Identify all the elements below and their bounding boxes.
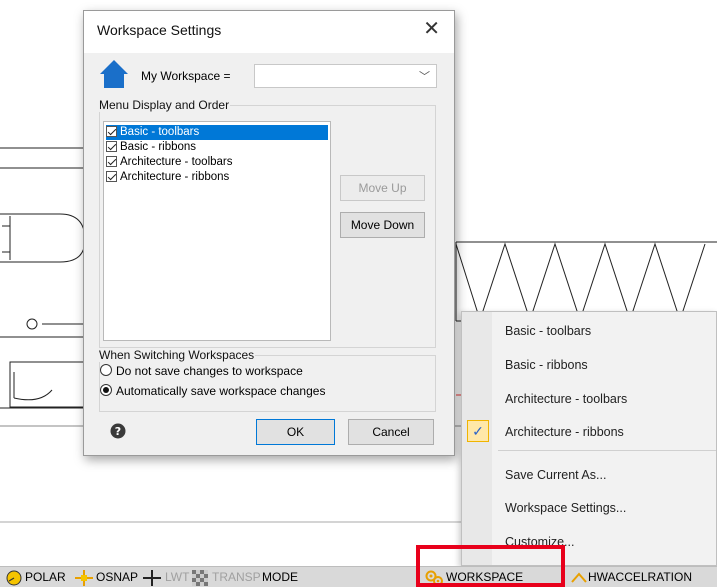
svg-text:?: ? (115, 425, 121, 438)
menu-item-basic-ribbons[interactable]: Basic - ribbons (505, 358, 588, 372)
polar-label: POLAR (25, 570, 66, 584)
close-icon[interactable]: ✕ (423, 19, 440, 39)
house-icon (100, 60, 128, 88)
menu-display-group-label: Menu Display and Order (99, 98, 230, 112)
dialog-title-bar: Workspace Settings ✕ (84, 11, 454, 53)
my-workspace-label: My Workspace = (141, 69, 231, 83)
menu-item-architecture-toolbars[interactable]: Architecture - toolbars (505, 392, 627, 406)
osnap-icon (75, 570, 93, 586)
move-down-button[interactable]: Move Down (340, 212, 425, 238)
hardware-acceleration-icon (571, 572, 587, 583)
radio-label: Automatically save workspace changes (116, 384, 326, 398)
checkbox[interactable] (106, 156, 117, 167)
menu-item-architecture-ribbons[interactable]: Architecture - ribbons (505, 425, 624, 439)
lineweight-icon (143, 570, 161, 586)
menu-separator (498, 450, 716, 451)
list-item-label: Architecture - ribbons (120, 171, 230, 183)
dialog-title: Workspace Settings (97, 22, 222, 38)
lwt-label: LWT (165, 570, 190, 584)
question-circle-icon[interactable]: ? (110, 423, 126, 439)
list-item-label: Basic - toolbars (120, 126, 200, 138)
workspace-highlight-box (416, 545, 565, 587)
workspace-context-menu: Basic - toolbars Basic - ribbons Archite… (461, 311, 717, 566)
polar-icon (6, 570, 22, 586)
truss-web (455, 242, 706, 322)
workspace-settings-dialog: Workspace Settings ✕ My Workspace = ﹀ Me… (83, 10, 455, 456)
list-item[interactable]: Basic - toolbars (106, 125, 328, 140)
transp-label: TRANSP (212, 570, 261, 584)
osnap-label: OSNAP (96, 570, 139, 584)
radio-label: Do not save changes to workspace (116, 364, 303, 378)
switching-workspaces-label: When Switching Workspaces (99, 348, 255, 362)
mode-label: MODE (262, 570, 298, 584)
drawing-line (2, 225, 10, 253)
list-item-label: Basic - ribbons (120, 141, 197, 153)
menu-item-workspace-settings[interactable]: Workspace Settings... (505, 501, 626, 515)
checkbox[interactable] (106, 126, 117, 137)
drawing-shape (0, 213, 86, 263)
hwaccel-label: HWACCELRATION (588, 570, 693, 584)
drawing-circle (26, 318, 38, 330)
ok-button[interactable]: OK (256, 419, 335, 445)
radio-button[interactable] (100, 384, 112, 396)
menu-item-save-current-as[interactable]: Save Current As... (505, 468, 606, 482)
drawing-shape (13, 372, 53, 401)
status-bar: POLAR OSNAP LWT TRANSP MODE WORKSPACE HW… (0, 566, 717, 587)
list-item[interactable]: Architecture - toolbars (106, 155, 328, 170)
switching-workspaces-group: When Switching Workspaces (99, 348, 436, 412)
list-item-label: Architecture - toolbars (120, 156, 233, 168)
workspace-listbox[interactable]: Basic - toolbars Basic - ribbons Archite… (103, 121, 331, 341)
check-icon: ✓ (467, 420, 489, 442)
checkbox[interactable] (106, 171, 117, 182)
cancel-button[interactable]: Cancel (348, 419, 434, 445)
my-workspace-select[interactable]: ﹀ (254, 64, 437, 88)
checkbox[interactable] (106, 141, 117, 152)
transparency-icon (192, 570, 208, 586)
menu-item-basic-toolbars[interactable]: Basic - toolbars (505, 324, 591, 338)
move-up-button[interactable]: Move Up (340, 175, 425, 201)
list-item[interactable]: Architecture - ribbons (106, 170, 328, 185)
list-item[interactable]: Basic - ribbons (106, 140, 328, 155)
chevron-down-icon: ﹀ (419, 71, 430, 83)
radio-button[interactable] (100, 364, 112, 376)
drawing-rect (9, 361, 86, 408)
